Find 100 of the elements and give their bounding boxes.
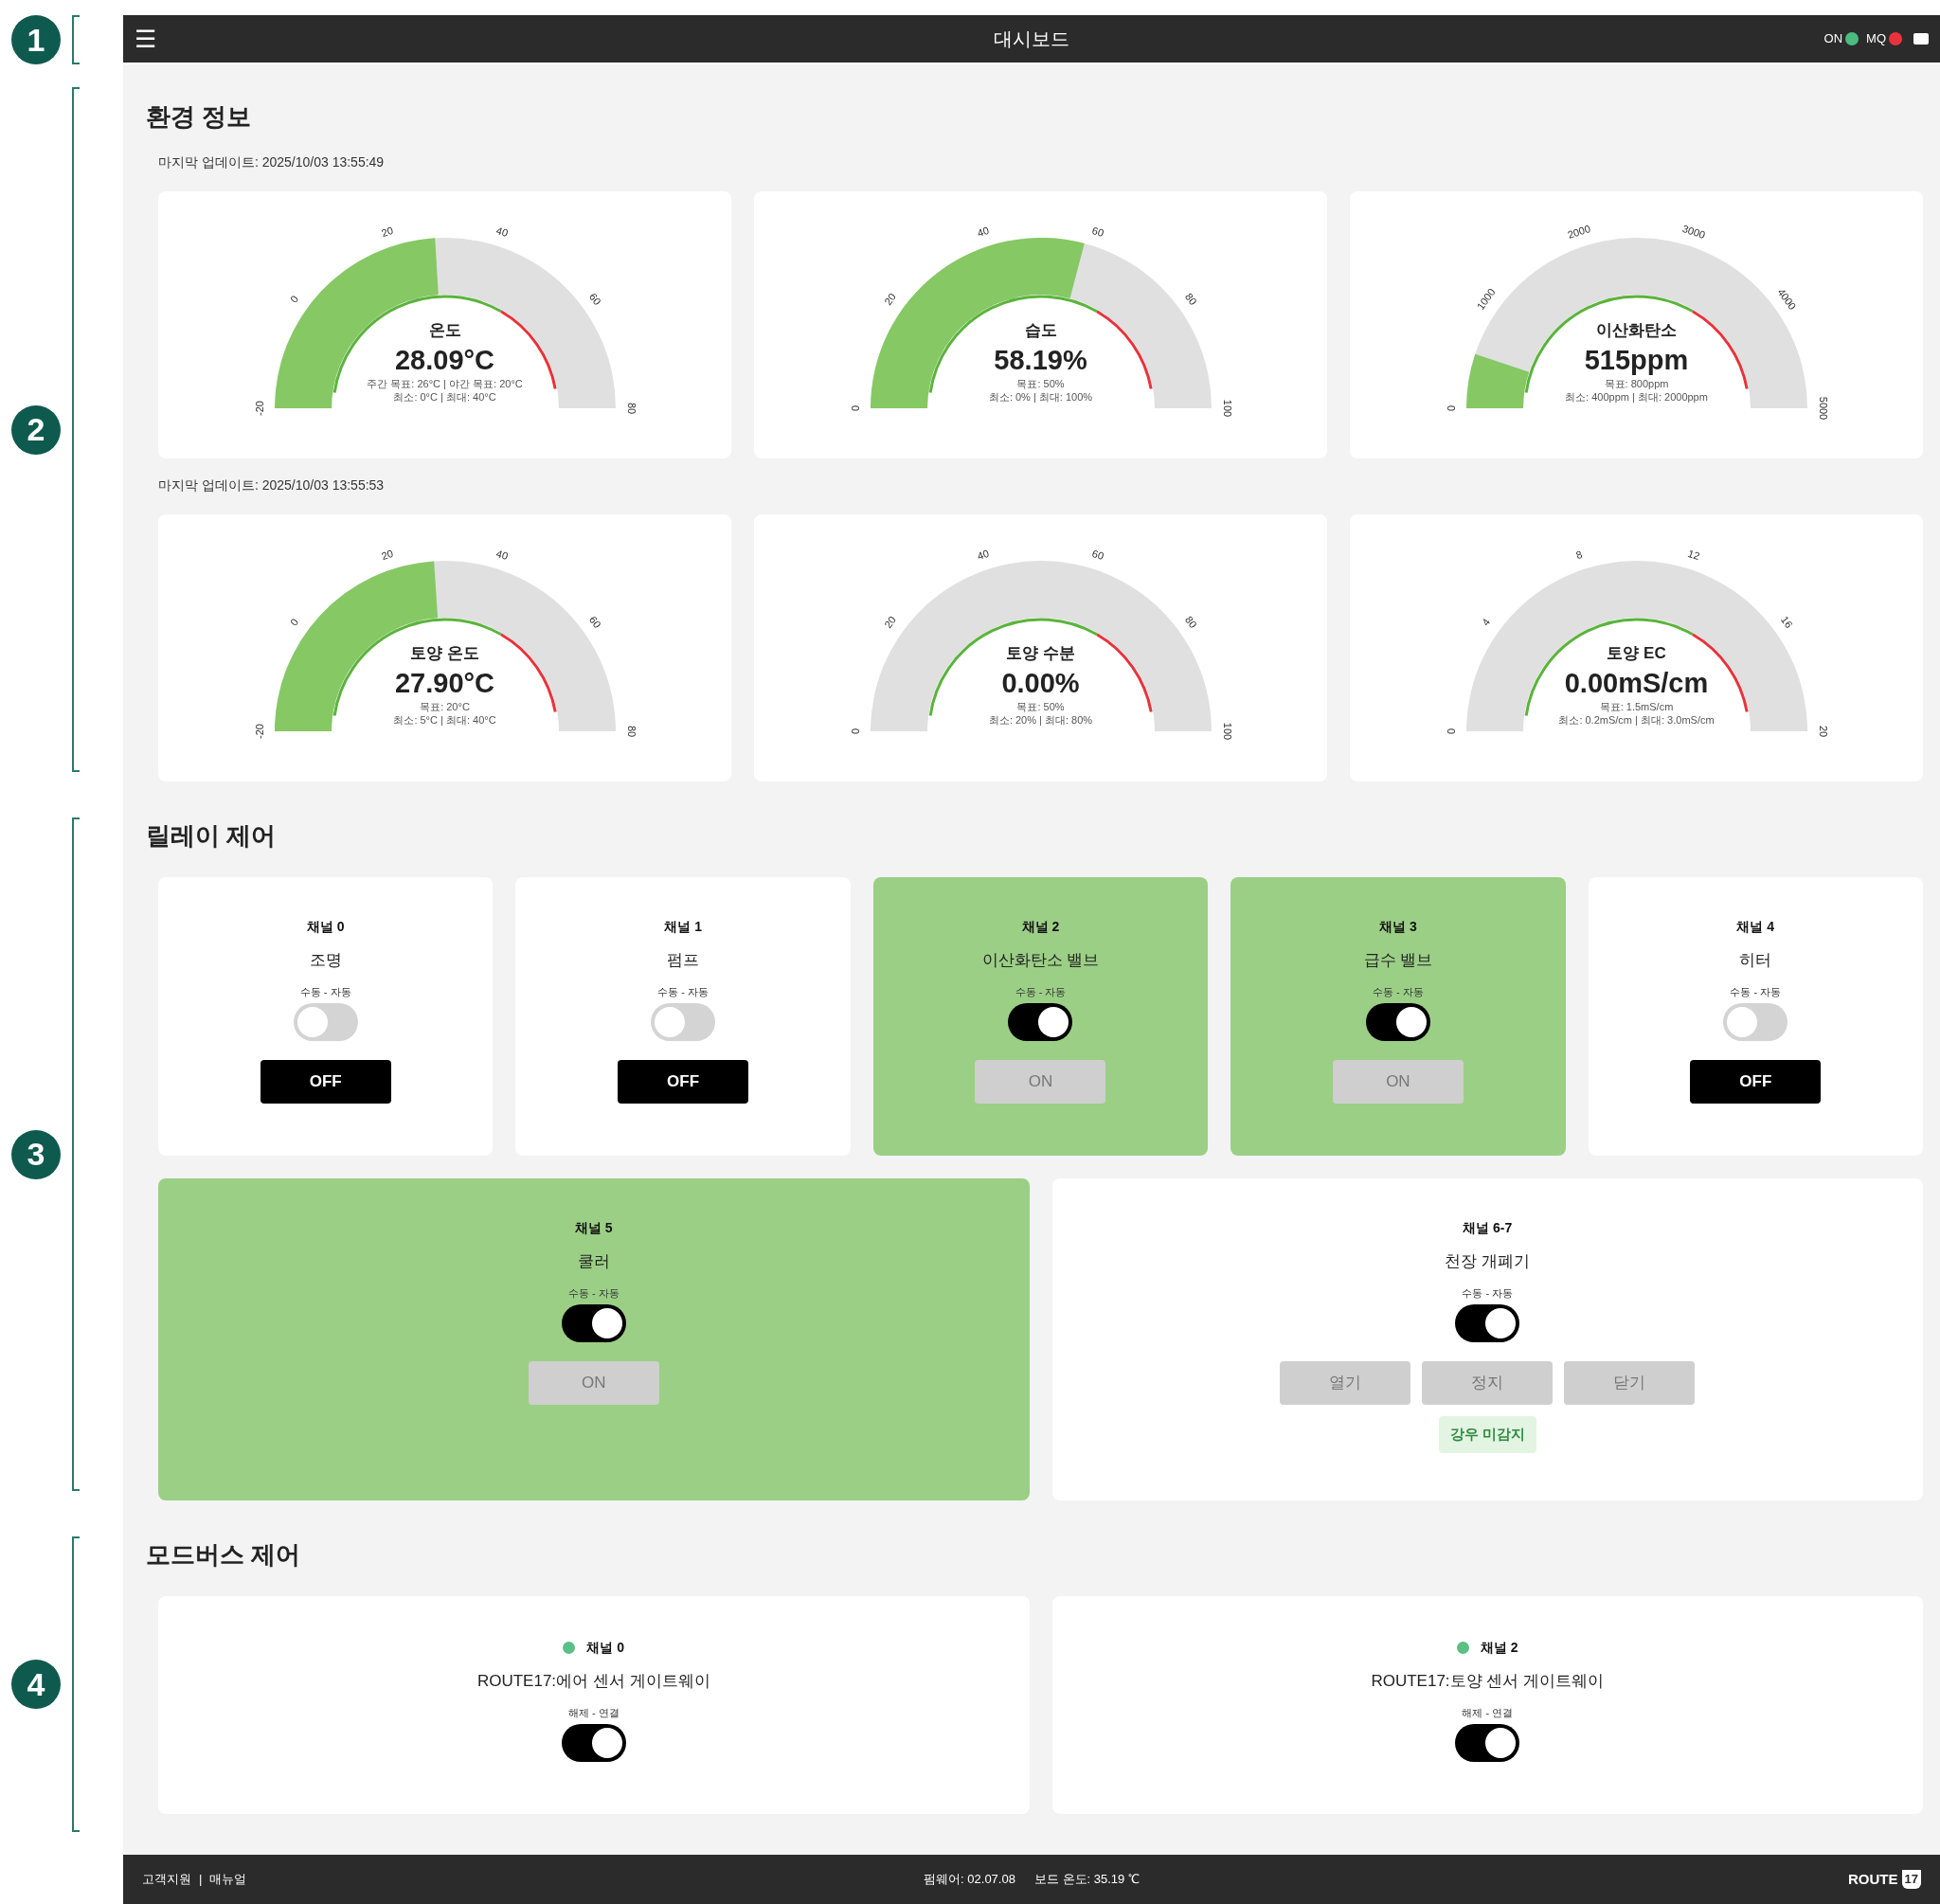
gauge-value: 515ppm <box>1584 343 1689 377</box>
channel-label: 채널 2 <box>1021 918 1060 936</box>
gauge-range-text: 최소: 0% | 최대: 100% <box>988 389 1093 404</box>
gauge-title: 온도 <box>428 320 461 341</box>
mode-label: 해제 - 연결 <box>567 1705 620 1720</box>
gauge-tick-label: 0 <box>288 617 301 628</box>
mode-label: 수동 - 자동 <box>657 984 709 999</box>
gauge-range-text: 최소: 5°C | 최대: 40°C <box>393 712 496 727</box>
mode-label: 해제 - 연결 <box>1462 1705 1514 1720</box>
device-name: ROUTE17:에어 센서 게이트웨이 <box>476 1671 710 1692</box>
section-title: 환경 정보 <box>146 101 253 133</box>
device-name: 천장 개폐기 <box>1445 1251 1531 1272</box>
mode-label: 수동 - 자동 <box>1015 984 1067 999</box>
toggle-switch[interactable] <box>293 1003 358 1041</box>
gauge-tick-label: 0 <box>850 727 860 735</box>
device-name: 펌프 <box>667 950 700 971</box>
gauge-tick-label: 20 <box>882 614 898 630</box>
gauge-tick-label: 5000 <box>1817 396 1827 421</box>
board-temperature: 보드 온도: 35.19 ℃ <box>1033 1871 1140 1889</box>
device-name: 이산화탄소 밸브 <box>981 950 1100 971</box>
gauge-tick-label: 16 <box>1779 614 1795 630</box>
gauge-tick-label: 40 <box>494 548 510 562</box>
gauge-range-text: 목표: 20°C <box>420 699 470 713</box>
gauge-tick-label: -20 <box>254 401 264 416</box>
channel-label: 채널 1 <box>664 918 702 936</box>
footer-link[interactable]: 고객지원 <box>142 1870 191 1889</box>
relay-state-button[interactable]: OFF <box>1690 1060 1822 1104</box>
gauge-tick-label: 20 <box>380 548 395 562</box>
gauge-tick-label: 60 <box>1090 225 1105 239</box>
gauge-tick-label: 100 <box>1221 399 1231 418</box>
gauge-title: 토양 수분 <box>1006 643 1075 664</box>
gauge-range-text: 목표: 800ppm <box>1604 376 1669 390</box>
toggle-switch[interactable] <box>561 1724 626 1762</box>
gauge-tick-label: 0 <box>288 294 301 305</box>
gauge-value: 0.00mS/cm <box>1564 666 1709 700</box>
gauge-value: 0.00% <box>1001 666 1080 700</box>
device-name: 급수 밸브 <box>1363 950 1433 971</box>
channel-label: 채널 6-7 <box>1463 1219 1513 1237</box>
gauge-tick-label: 20 <box>380 225 395 239</box>
gauge-tick-label: 80 <box>625 402 636 415</box>
gauge-tick-label: 60 <box>587 614 603 630</box>
gauge-tick-label: -20 <box>254 724 264 739</box>
step-number-badge: 1 <box>11 15 61 64</box>
toggle-switch[interactable] <box>1365 1003 1430 1041</box>
toggle-switch[interactable] <box>561 1304 626 1342</box>
gauge-tick-label: 2000 <box>1566 223 1592 241</box>
footer-link[interactable]: 매뉴얼 <box>209 1870 247 1889</box>
gauge-tick-label: 20 <box>1817 725 1827 738</box>
mode-label: 수동 - 자동 <box>1462 1285 1514 1301</box>
gauge-range-text: 목표: 1.5mS/cm <box>1599 699 1674 713</box>
menu-icon[interactable]: ☰ <box>135 27 156 51</box>
gauge-tick-label: 40 <box>976 548 991 562</box>
channel-label: 채널 0 <box>306 918 345 936</box>
step-number-badge: 4 <box>11 1660 61 1709</box>
brand-logo: 17 <box>1901 1870 1921 1889</box>
device-name: 히터 <box>1739 950 1772 971</box>
channel-label: 채널 3 <box>1379 918 1417 936</box>
gauge-title: 습도 <box>1024 320 1057 341</box>
gauge-range-text: 목표: 50% <box>1016 699 1065 713</box>
channel-label: 채널 5 <box>574 1219 613 1237</box>
gauge-range-text: 최소: 0°C | 최대: 40°C <box>393 389 496 404</box>
gauge-range-text: 최소: 400ppm | 최대: 2000ppm <box>1565 389 1708 404</box>
channel-label: 채널 0 <box>586 1639 625 1657</box>
toggle-switch[interactable] <box>1455 1724 1520 1762</box>
gauge-tick-label: 60 <box>587 291 603 307</box>
toggle-switch[interactable] <box>1008 1003 1073 1041</box>
gauge-tick-label: 0 <box>1446 727 1456 735</box>
gauge-tick-label: 80 <box>1183 614 1199 630</box>
toggle-switch[interactable] <box>1723 1003 1788 1041</box>
mode-label: 수동 - 자동 <box>1373 984 1424 999</box>
separator-text: | <box>199 1871 203 1889</box>
device-name: 조명 <box>309 950 342 971</box>
gauge-tick-label: 100 <box>1221 722 1231 741</box>
gauge-tick-label: 80 <box>625 725 636 738</box>
gauge-tick-label: 0 <box>1446 404 1456 412</box>
gauge-title: 토양 온도 <box>410 643 479 664</box>
gauge-tick-label: 80 <box>1183 291 1199 307</box>
section-title: 모드버스 제어 <box>146 1539 302 1571</box>
gauge-title: 이산화탄소 <box>1596 320 1677 341</box>
gauge-tick-label: 4 <box>1480 617 1493 628</box>
gauge-range-text: 최소: 0.2mS/cm | 최대: 3.0mS/cm <box>1558 712 1715 727</box>
mode-label: 수동 - 자동 <box>567 1285 620 1301</box>
status-label: ON <box>1823 30 1843 48</box>
toggle-switch[interactable] <box>651 1003 716 1041</box>
gauge-tick-label: 8 <box>1574 548 1584 561</box>
gauge-tick-label: 40 <box>976 225 991 239</box>
status-label: MQ <box>1866 30 1886 48</box>
rain-status-badge: 강우 미감지 <box>1438 1416 1536 1453</box>
mode-label: 수동 - 자동 <box>1730 984 1782 999</box>
gauge-range-text: 주간 목표: 26°C | 야간 목표: 20°C <box>367 376 523 390</box>
channel-label: 채널 2 <box>1480 1639 1518 1657</box>
gauge-tick-label: 0 <box>850 404 860 412</box>
page-title: 대시보드 <box>994 27 1069 51</box>
relay-state-button[interactable]: OFF <box>618 1060 749 1104</box>
gauge-value: 28.09°C <box>394 343 495 377</box>
last-updated-text: 마지막 업데이트: 2025/10/03 13:55:49 <box>158 153 386 171</box>
gauge-tick-label: 20 <box>882 291 898 307</box>
gauge-tick-label: 12 <box>1686 548 1701 562</box>
relay-state-button[interactable]: OFF <box>260 1060 391 1104</box>
toggle-switch[interactable] <box>1455 1304 1520 1342</box>
